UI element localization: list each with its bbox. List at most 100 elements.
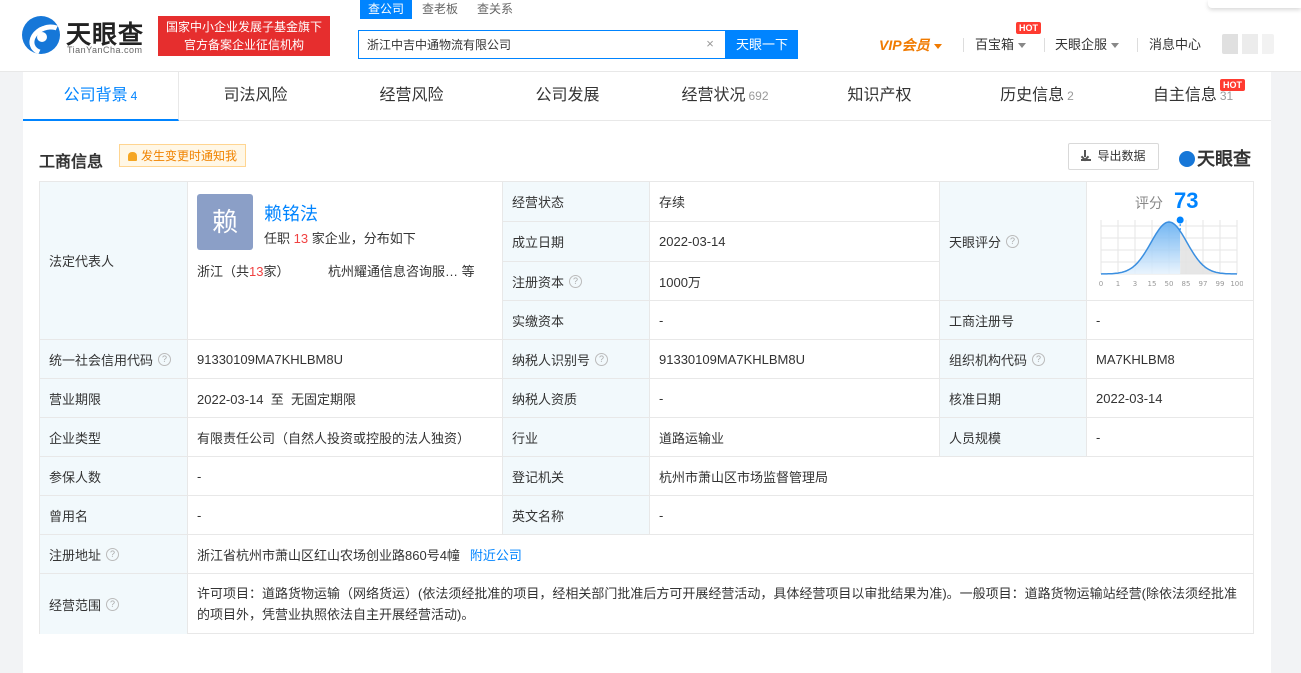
english-label: 英文名称 — [503, 496, 650, 535]
score-tick-label: 97 — [1199, 280, 1208, 288]
avatar[interactable] — [1222, 34, 1274, 54]
qifu-menu[interactable]: 天眼企服 — [1055, 36, 1120, 54]
tab-history[interactable]: 历史信息 2 — [959, 72, 1115, 121]
org-label: 组织机构代码? — [940, 340, 1087, 379]
approve-value: 2022-03-14 — [1087, 379, 1254, 418]
tab-background[interactable]: 公司背景 4 — [23, 72, 179, 121]
regno-label: 工商注册号 — [940, 301, 1087, 340]
search-tab-relation[interactable]: 查关系 — [477, 0, 513, 19]
help-icon[interactable]: ? — [106, 597, 120, 611]
score-tick-label: 85 — [1182, 280, 1191, 288]
insured-label: 参保人数 — [40, 457, 188, 496]
score-tick-label: 1 — [1116, 280, 1120, 288]
baobao-label: 百宝箱 — [975, 37, 1015, 52]
approve-label: 核准日期 — [940, 379, 1087, 418]
company-card: 公司背景 4 司法风险 经营风险 公司发展 经营状况 692 知识产权 历史信息 2 … — [23, 72, 1271, 673]
clear-icon[interactable]: × — [703, 37, 717, 51]
rep-company-link[interactable]: 杭州耀通信息咨询服… 等 — [328, 261, 475, 280]
notify-button[interactable]: 发生变更时通知我 — [119, 144, 247, 167]
capital-label: 注册资本? — [503, 262, 650, 301]
taxq-value: - — [650, 379, 940, 418]
score-distribution-chart: 0 1 3 15 50 85 97 99 100 — [1099, 216, 1243, 288]
found-value: 2022-03-14 — [650, 222, 940, 262]
brand-watermark: 天眼查 — [1179, 145, 1251, 171]
score-cell[interactable]: 评分 73 0 1 3 15 50 85 97 99 100 — [1087, 182, 1254, 301]
export-button[interactable]: 导出数据 — [1068, 143, 1159, 170]
search-tab-boss[interactable]: 查老板 — [422, 0, 458, 19]
type-label: 企业类型 — [40, 418, 188, 457]
slogan-line-2: 官方备案企业征信机构 — [183, 38, 304, 52]
score-tick-label: 50 — [1165, 280, 1174, 288]
help-icon[interactable]: ? — [106, 547, 120, 561]
capital-value: 1000万 — [650, 262, 940, 301]
search-button[interactable]: 天眼一下 — [726, 30, 798, 59]
score-label: 天眼评分? — [940, 182, 1087, 301]
tab-self-info[interactable]: 自主信息 31 — [1115, 72, 1271, 121]
taxid-value: 91330109MA7KHLBM8U — [650, 340, 940, 379]
english-value: - — [650, 496, 1254, 535]
staff-value: - — [1087, 418, 1254, 457]
scope-label: 经营范围? — [40, 574, 188, 634]
slogan-line-1: 国家中小企业发展子基金旗下 — [165, 20, 322, 34]
credit-label: 统一社会信用代码? — [40, 340, 188, 379]
type-value: 有限责任公司（自然人投资或控股的法人独资） — [188, 418, 503, 457]
divider — [963, 38, 964, 52]
download-icon — [1081, 150, 1092, 161]
bell-icon — [128, 152, 137, 161]
score-title: 评分 — [1135, 195, 1163, 211]
former-value: - — [188, 496, 503, 535]
vip-label: VIP会员 — [879, 37, 930, 53]
hot-badge: HOT — [1016, 22, 1041, 34]
chevron-down-icon — [933, 44, 942, 50]
authority-label: 登记机关 — [503, 457, 650, 496]
message-center-link[interactable]: 消息中心 — [1149, 36, 1201, 54]
help-icon[interactable]: ? — [158, 352, 172, 366]
company-tabs: 公司背景 4 司法风险 经营风险 公司发展 经营状况 692 知识产权 历史信息 2 … — [23, 72, 1271, 121]
rep-cell: 赖 赖铭法 任职 13 家企业，分布如下 浙江（共13家） 杭州耀通信息咨询服…… — [188, 182, 503, 340]
help-icon[interactable]: ? — [1032, 352, 1046, 366]
chevron-down-icon — [1111, 43, 1120, 49]
tab-ip[interactable]: 知识产权 — [803, 72, 959, 121]
org-value: MA7KHLBM8 — [1087, 340, 1254, 379]
search-input[interactable] — [359, 31, 699, 58]
tab-development[interactable]: 公司发展 — [491, 72, 647, 121]
divider — [1137, 38, 1138, 52]
search-box: × — [358, 30, 726, 59]
industry-value: 道路运输业 — [650, 418, 940, 457]
logo-domain: TianYanCha.com — [67, 45, 143, 55]
paid-label: 实缴资本 — [503, 301, 650, 340]
industry-label: 行业 — [503, 418, 650, 457]
slogan-banner: 国家中小企业发展子基金旗下 官方备案企业征信机构 — [158, 16, 330, 56]
help-icon[interactable]: ? — [595, 352, 609, 366]
section-title: 工商信息 — [39, 154, 104, 171]
score-widget: 评分 73 0 1 3 15 50 85 97 99 100 — [1087, 182, 1254, 300]
search-tab-company[interactable]: 查公司 — [360, 0, 413, 19]
help-icon[interactable]: ? — [569, 274, 583, 288]
score-tick-label: 0 — [1099, 280, 1103, 288]
dropdown-edge — [1208, 0, 1301, 8]
rep-name-link[interactable]: 赖铭法 — [264, 200, 318, 226]
tab-legal-risk[interactable]: 司法风险 — [179, 72, 335, 121]
found-label: 成立日期 — [503, 222, 650, 262]
address-cell: 浙江省杭州市萧山区红山农场创业路860号4幢 附近公司 — [188, 535, 1254, 574]
rep-avatar[interactable]: 赖 — [197, 194, 253, 250]
nearby-companies-link[interactable]: 附近公司 — [470, 545, 522, 564]
address-label: 注册地址? — [40, 535, 188, 574]
paid-value: - — [650, 301, 940, 340]
rep-region[interactable]: 浙江（共13家） — [197, 261, 290, 280]
credit-value: 91330109MA7KHLBM8U — [188, 340, 503, 379]
status-label: 经营状态 — [503, 182, 650, 222]
term-value: 2022-03-14 至 无固定期限 — [188, 379, 503, 418]
insured-value: - — [188, 457, 503, 496]
former-label: 曾用名 — [40, 496, 188, 535]
tab-operations[interactable]: 经营状况 692 — [647, 72, 803, 121]
score-value: 73 — [1174, 188, 1199, 213]
tianyancha-logo[interactable]: 天眼查 TianYanCha.com — [22, 16, 152, 56]
vip-menu[interactable]: VIP会员 — [879, 36, 942, 54]
baobao-menu[interactable]: 百宝箱 — [975, 36, 1027, 54]
tab-business-risk[interactable]: 经营风险 — [335, 72, 491, 121]
help-icon[interactable]: ? — [1006, 234, 1020, 248]
taxq-label: 纳税人资质 — [503, 379, 650, 418]
eye-logo-icon — [1179, 151, 1195, 167]
taxid-label: 纳税人识别号? — [503, 340, 650, 379]
